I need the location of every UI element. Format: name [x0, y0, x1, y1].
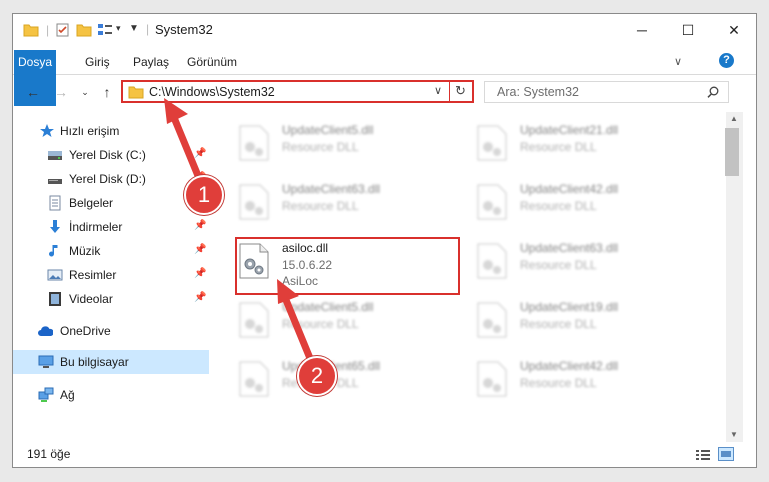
step-1-badge: 1 — [184, 175, 224, 215]
step-2-badge: 2 — [297, 356, 337, 396]
annotation-arrows — [164, 98, 318, 372]
arrow-1-shaft — [171, 116, 205, 187]
